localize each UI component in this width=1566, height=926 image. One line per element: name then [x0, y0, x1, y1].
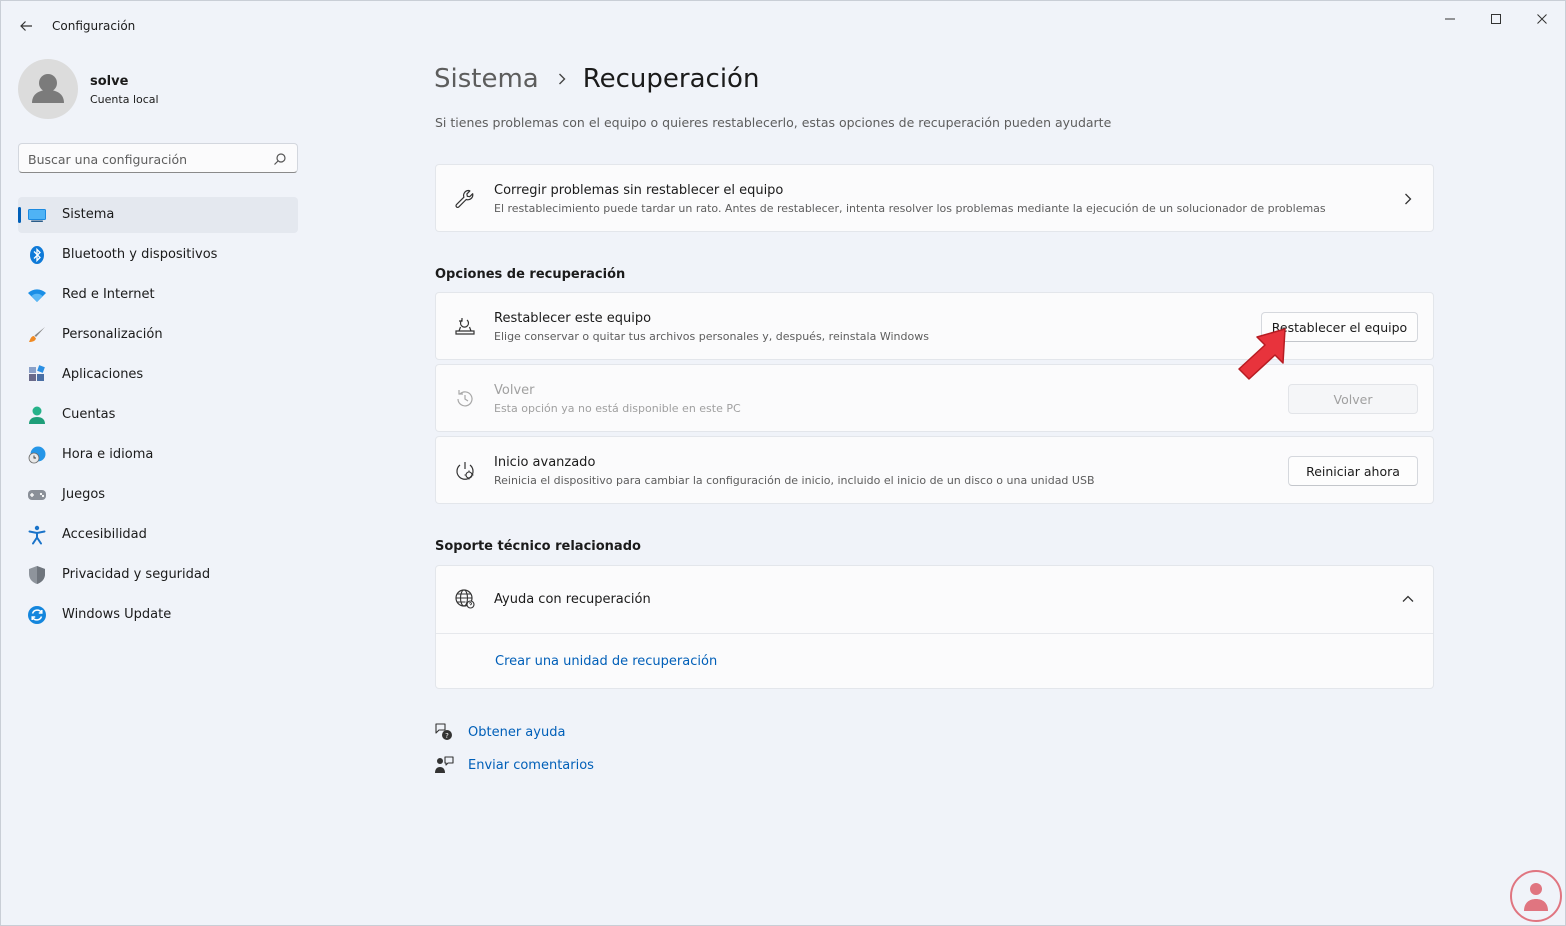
advanced-startup-title: Inicio avanzado — [494, 455, 596, 470]
back-button[interactable] — [13, 13, 39, 39]
get-help-link[interactable]: Obtener ayuda — [468, 725, 565, 740]
annotation-arrow-icon — [1238, 328, 1286, 380]
go-back-title: Volver — [494, 383, 535, 398]
title-bar: Configuración — [1, 1, 1565, 49]
recovery-options-heading: Opciones de recuperación — [435, 267, 626, 282]
breadcrumb: Sistema Recuperación — [434, 59, 759, 99]
advanced-startup-card: Inicio avanzado Reinicia el dispositivo … — [435, 436, 1434, 504]
sidebar-nav: Sistema Bluetooth y dispositivos Red e I… — [18, 197, 298, 637]
sidebar-item-label: Sistema — [62, 207, 115, 222]
account-type: Cuenta local — [90, 93, 159, 106]
sidebar-item-sistema[interactable]: Sistema — [18, 197, 298, 233]
get-help-row: ? Obtener ayuda — [434, 721, 565, 743]
watermark-logo-icon — [1510, 870, 1562, 922]
sidebar-item-label: Aplicaciones — [62, 367, 144, 382]
chevron-right-icon — [558, 73, 566, 85]
accessibility-icon — [27, 525, 47, 545]
search-box — [18, 143, 298, 173]
sidebar-item-hora[interactable]: Hora e idioma — [18, 437, 298, 473]
recovery-help-card: Ayuda con recuperación Crear una unidad … — [435, 565, 1434, 689]
go-back-subtitle: Esta opción ya no está disponible en est… — [494, 402, 741, 415]
sidebar-item-privacidad[interactable]: Privacidad y seguridad — [18, 557, 298, 593]
back-arrow-icon — [20, 21, 32, 31]
chevron-right-icon — [1405, 193, 1412, 205]
send-feedback-link[interactable]: Enviar comentarios — [468, 758, 594, 773]
related-support-heading: Soporte técnico relacionado — [435, 539, 641, 554]
sidebar-item-label: Windows Update — [62, 607, 172, 622]
monitor-icon — [27, 205, 47, 225]
app-title: Configuración — [52, 19, 136, 33]
search-input[interactable] — [28, 150, 268, 168]
sidebar-item-label: Juegos — [62, 487, 106, 502]
wrench-icon — [454, 188, 476, 210]
close-icon — [1537, 14, 1547, 24]
user-avatar-icon — [32, 74, 64, 103]
reset-pc-icon — [454, 316, 476, 338]
advanced-startup-icon — [454, 460, 476, 482]
page-title: Recuperación — [582, 64, 760, 94]
page-description: Si tienes problemas con el equipo o quie… — [435, 115, 1112, 130]
user-name: solve — [90, 74, 129, 89]
sidebar-item-red[interactable]: Red e Internet — [18, 277, 298, 313]
maximize-button[interactable] — [1473, 7, 1519, 31]
clock-globe-icon — [27, 445, 47, 465]
apps-icon — [27, 365, 47, 385]
bluetooth-icon — [27, 245, 47, 265]
feedback-icon — [434, 755, 454, 775]
sidebar-item-label: Accesibilidad — [62, 527, 147, 542]
svg-text:?: ? — [445, 732, 449, 740]
update-icon — [27, 605, 47, 625]
sidebar-item-juegos[interactable]: Juegos — [18, 477, 298, 513]
history-icon — [454, 388, 476, 410]
search-icon[interactable] — [273, 152, 287, 166]
fix-problems-subtitle: El restablecimiento puede tardar un rato… — [494, 202, 1326, 215]
chevron-up-icon[interactable] — [1401, 592, 1415, 606]
sidebar-item-label: Personalización — [62, 327, 163, 342]
minimize-icon — [1445, 18, 1455, 20]
reset-pc-subtitle: Elige conservar o quitar tus archivos pe… — [494, 330, 929, 343]
sidebar-item-bluetooth[interactable]: Bluetooth y dispositivos — [18, 237, 298, 273]
fix-problems-title: Corregir problemas sin restablecer el eq… — [494, 183, 784, 198]
shield-icon — [27, 565, 47, 585]
sidebar-item-label: Privacidad y seguridad — [62, 567, 211, 582]
sidebar-item-label: Red e Internet — [62, 287, 155, 302]
minimize-button[interactable] — [1427, 7, 1473, 31]
sidebar-item-aplicaciones[interactable]: Aplicaciones — [18, 357, 298, 393]
sidebar-item-personalizacion[interactable]: Personalización — [18, 317, 298, 353]
wifi-icon — [27, 285, 47, 305]
advanced-startup-subtitle: Reinicia el dispositivo para cambiar la … — [494, 474, 1095, 487]
sidebar-item-label: Hora e idioma — [62, 447, 154, 462]
settings-window: Configuración solve Cuenta local Sistema — [0, 0, 1566, 926]
sidebar-item-cuentas[interactable]: Cuentas — [18, 397, 298, 433]
maximize-icon — [1491, 14, 1501, 24]
feedback-row: Enviar comentarios — [434, 754, 594, 776]
sidebar-item-windows-update[interactable]: Windows Update — [18, 597, 298, 633]
sidebar-item-label: Cuentas — [62, 407, 116, 422]
sidebar-item-label: Bluetooth y dispositivos — [62, 247, 218, 262]
person-icon — [27, 405, 47, 425]
avatar[interactable] — [18, 59, 78, 119]
close-button[interactable] — [1519, 7, 1565, 31]
create-recovery-drive-link[interactable]: Crear una unidad de recuperación — [495, 654, 717, 669]
restart-now-button[interactable]: Reiniciar ahora — [1288, 456, 1418, 486]
recovery-help-header[interactable]: Ayuda con recuperación — [436, 566, 1433, 634]
globe-icon — [454, 588, 476, 610]
fix-problems-card[interactable]: Corregir problemas sin restablecer el eq… — [435, 164, 1434, 232]
brush-icon — [27, 325, 47, 345]
sidebar-item-accesibilidad[interactable]: Accesibilidad — [18, 517, 298, 553]
recovery-help-title: Ayuda con recuperación — [494, 592, 651, 607]
help-chat-icon: ? — [434, 722, 454, 742]
breadcrumb-parent[interactable]: Sistema — [434, 64, 539, 94]
gamepad-icon — [27, 485, 47, 505]
go-back-button: Volver — [1288, 384, 1418, 414]
reset-pc-title: Restablecer este equipo — [494, 311, 652, 326]
